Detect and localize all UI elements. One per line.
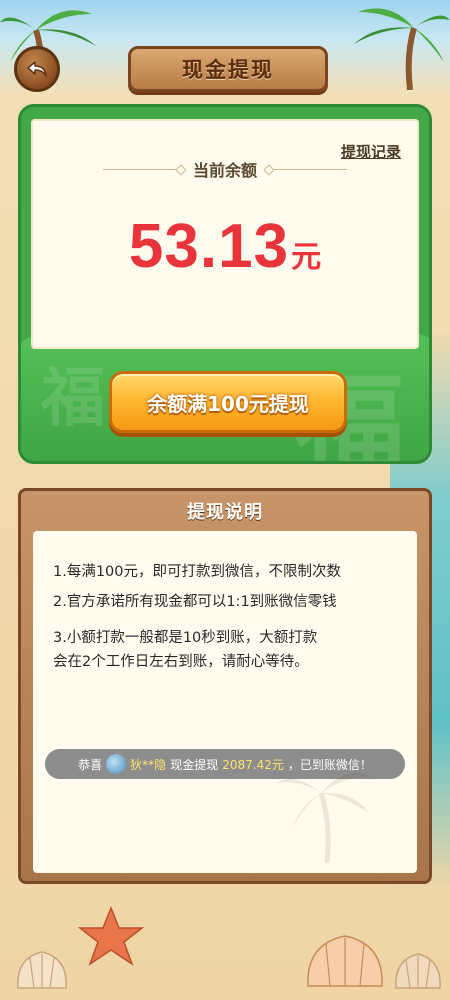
- rule-line-3: 3.小额打款一般都是10秒到账，大额打款: [53, 630, 318, 646]
- shell-decoration-right: [307, 935, 383, 987]
- balance-paper: 当前余额 提现记录 53.13 元: [31, 119, 419, 349]
- divider-right: [267, 168, 347, 170]
- back-arrow-icon: [27, 61, 47, 77]
- rule-line-1: 1.每满100元，即可打款到微信，不限制次数: [53, 564, 342, 580]
- instructions-title: 提现说明: [187, 502, 263, 523]
- rule-line-4: 会在2个工作日左右到账，请耐心等待。: [53, 654, 309, 670]
- ticker-prefix: 恭喜: [78, 757, 103, 772]
- instructions-paper: 1.每满100元，即可打款到微信，不限制次数 2.官方承诺所有现金都可以1:1到…: [33, 531, 417, 873]
- balance-card: 福 福 当前余额 提现记录 53.13 元 余额满100元提现: [18, 104, 432, 464]
- balance-amount-row: 53.13 元: [31, 211, 419, 282]
- ticker-user: 狄**隐: [130, 757, 167, 772]
- avatar: [106, 754, 127, 774]
- palm-silhouette-decoration: [277, 772, 373, 863]
- shell-decoration-left: [17, 951, 67, 989]
- palm-tree-right-decoration: [354, 8, 450, 90]
- balance-amount: 53.13: [128, 212, 290, 281]
- balance-label: 当前余额: [192, 161, 257, 180]
- withdraw-button[interactable]: 余额满100元提现: [109, 371, 347, 433]
- fu-watermark-small: 福: [41, 361, 105, 436]
- instructions-header: 提现说明: [25, 497, 425, 525]
- starfish-decoration: [77, 906, 145, 966]
- balance-unit: 元: [291, 240, 322, 275]
- divider-left: [102, 168, 183, 170]
- page-title: 现金提现: [182, 58, 274, 82]
- shell-decoration-far-right: [395, 953, 441, 989]
- withdraw-button-label: 余额满100元提现: [147, 391, 309, 416]
- rule-line-2: 2.官方承诺所有现金都可以1:1到账微信零钱: [53, 594, 337, 610]
- withdraw-history-link[interactable]: 提现记录: [341, 141, 401, 162]
- page-title-sign: 现金提现: [128, 46, 328, 92]
- back-button[interactable]: [14, 46, 60, 92]
- ticker-middle: 现金提现: [170, 757, 219, 772]
- instructions-panel: 提现说明 1.每满100元，即可打款到微信，不限制次数 2.官方承诺所有现金都可…: [18, 488, 432, 884]
